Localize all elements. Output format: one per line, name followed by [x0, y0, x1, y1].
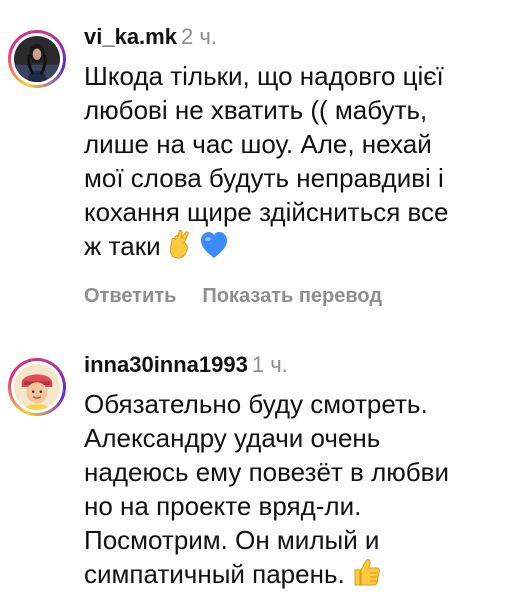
avatar-story-ring[interactable] [8, 30, 66, 88]
thumbs-up-emoji [351, 557, 381, 595]
comment-text: Шкода тільки, що надовго цієї любові не … [84, 61, 449, 261]
avatar [14, 364, 60, 410]
avatar-story-ring[interactable] [8, 358, 66, 416]
username-link[interactable]: inna30inna1993 [84, 352, 248, 377]
comment-text: Обязательно буду смотреть. Александру уд… [84, 389, 449, 589]
blue-heart-emoji [199, 231, 229, 267]
avatar [14, 36, 60, 82]
show-translation-button[interactable]: Показать перевод [202, 285, 382, 307]
comment-header: vi_ka.mk 2 ч. [84, 22, 516, 52]
comment-body: vi_ka.mk 2 ч. Шкода тільки, що надовго ці… [84, 22, 516, 308]
comment-text-block: Шкода тільки, що надовго цієї любові не … [84, 59, 516, 267]
username-link[interactable]: vi_ka.mk [84, 24, 177, 49]
comment-header: inna30inna1993 1 ч. [84, 350, 516, 380]
comment-time: 1 ч. [251, 352, 288, 377]
comments-feed: vi_ka.mk 2 ч. Шкода тільки, що надовго ці… [0, 0, 526, 600]
comment-text-block: Обязательно буду смотреть. Александру уд… [84, 387, 516, 595]
reply-button[interactable]: Ответить [84, 285, 176, 307]
comment-time: 2 ч. [180, 24, 217, 49]
comment-body: inna30inna1993 1 ч. Обязательно буду смот… [84, 350, 516, 595]
comment-actions: Ответить Показать перевод [84, 285, 516, 308]
crossed-fingers-emoji [167, 229, 193, 267]
